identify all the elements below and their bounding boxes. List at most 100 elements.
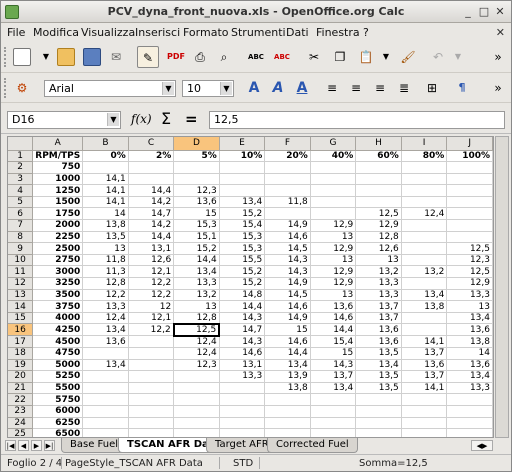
table-cell[interactable]: [310, 417, 357, 430]
table-cell[interactable]: [446, 196, 493, 209]
table-cell[interactable]: 0%: [82, 150, 129, 163]
table-cell[interactable]: 12: [128, 300, 175, 313]
table-cell[interactable]: 12,1: [128, 265, 175, 279]
row-header[interactable]: 12: [8, 277, 34, 290]
table-cell[interactable]: 13,3: [355, 289, 402, 302]
horizontal-scroll-icon[interactable]: ◀▶: [471, 440, 493, 451]
column-header-d[interactable]: D: [173, 137, 220, 151]
table-cell[interactable]: 13,4: [173, 265, 220, 279]
table-cell[interactable]: 13: [355, 254, 402, 267]
table-cell[interactable]: 13,4: [401, 289, 448, 302]
table-cell[interactable]: 12,8: [82, 277, 129, 290]
table-cell[interactable]: [82, 417, 129, 430]
table-cell[interactable]: [446, 219, 493, 232]
column-header-a[interactable]: A: [32, 137, 84, 151]
table-cell[interactable]: 12,9: [310, 265, 357, 279]
row-header[interactable]: 18: [8, 347, 34, 360]
table-cell[interactable]: [128, 335, 175, 348]
new-dropdown-icon[interactable]: ▼: [37, 48, 55, 66]
table-cell[interactable]: [401, 312, 448, 325]
table-cell[interactable]: RPM/TPS: [32, 150, 84, 163]
menu-visualizza[interactable]: Visualizza: [81, 26, 135, 39]
table-cell[interactable]: 14,3: [264, 265, 311, 279]
table-cell[interactable]: 12,5: [172, 322, 221, 337]
table-cell[interactable]: [401, 393, 448, 406]
table-cell[interactable]: 12,5: [446, 242, 493, 255]
table-cell[interactable]: 13,4: [446, 370, 493, 383]
table-cell[interactable]: [401, 242, 448, 255]
table-cell[interactable]: 14,3: [219, 312, 266, 325]
table-cell[interactable]: 12,2: [82, 289, 129, 302]
table-cell[interactable]: 15: [173, 207, 220, 221]
table-cell[interactable]: [355, 173, 402, 186]
table-cell[interactable]: 12,5: [355, 207, 402, 221]
table-cell[interactable]: [310, 428, 357, 437]
save-icon[interactable]: [83, 48, 101, 66]
table-cell[interactable]: 13,7: [355, 300, 402, 313]
column-header-b[interactable]: B: [82, 137, 129, 151]
table-cell[interactable]: [82, 370, 129, 383]
column-header-c[interactable]: C: [128, 137, 175, 151]
table-cell[interactable]: [310, 393, 357, 406]
row-header[interactable]: 11: [8, 265, 34, 279]
table-cell[interactable]: [219, 161, 266, 174]
table-cell[interactable]: [446, 405, 493, 418]
menu-finestra[interactable]: Finestra: [316, 26, 360, 39]
table-cell[interactable]: 14,4: [219, 300, 266, 313]
row-header[interactable]: 21: [8, 382, 34, 395]
last-sheet-icon[interactable]: ▶|: [44, 440, 55, 451]
paste-icon[interactable]: 📋: [357, 48, 375, 66]
table-cell[interactable]: 2750: [32, 254, 84, 267]
menu-strumenti[interactable]: Strumenti: [231, 26, 286, 39]
table-cell[interactable]: [219, 405, 266, 418]
row-header[interactable]: 23: [8, 405, 34, 418]
row-header[interactable]: 17: [8, 335, 34, 348]
table-cell[interactable]: [128, 417, 175, 430]
table-cell[interactable]: 14,4: [128, 231, 175, 244]
table-cell[interactable]: 14: [446, 347, 493, 360]
row-header[interactable]: 5: [8, 196, 34, 209]
table-cell[interactable]: [264, 393, 311, 406]
table-cell[interactable]: 13: [310, 254, 357, 267]
clone-formatting-icon[interactable]: 🖌: [399, 48, 417, 66]
table-cell[interactable]: 13,5: [82, 231, 129, 244]
table-cell[interactable]: 2500: [32, 242, 84, 255]
row-header[interactable]: 25: [8, 428, 34, 437]
table-cell[interactable]: [446, 393, 493, 406]
copy-icon[interactable]: ❐: [331, 48, 349, 66]
table-cell[interactable]: 13,3: [355, 277, 402, 290]
function-icon[interactable]: =: [185, 110, 198, 128]
toolbar-overflow-icon[interactable]: »: [489, 79, 507, 97]
selection-mode[interactable]: STD: [233, 458, 253, 469]
table-cell[interactable]: [264, 161, 311, 174]
table-cell[interactable]: 5500: [32, 382, 84, 395]
table-cell[interactable]: 12,2: [128, 289, 175, 302]
table-cell[interactable]: 14,6: [264, 231, 311, 244]
table-cell[interactable]: 12,5: [446, 265, 493, 279]
table-cell[interactable]: 13,6: [446, 359, 493, 372]
table-cell[interactable]: [264, 428, 311, 437]
table-cell[interactable]: [219, 382, 266, 395]
table-cell[interactable]: 14,7: [219, 323, 266, 337]
undo-dropdown-icon[interactable]: ▼: [449, 48, 467, 66]
first-sheet-icon[interactable]: |◀: [5, 440, 16, 451]
italic-icon[interactable]: A: [269, 79, 287, 97]
table-cell[interactable]: [128, 382, 175, 395]
next-sheet-icon[interactable]: ▶: [31, 440, 42, 451]
table-cell[interactable]: 13,4: [82, 323, 129, 337]
table-cell[interactable]: 13,3: [446, 382, 493, 395]
table-cell[interactable]: [355, 405, 402, 418]
table-cell[interactable]: [128, 359, 175, 372]
table-cell[interactable]: 14,2: [128, 219, 175, 232]
column-header-f[interactable]: F: [264, 137, 311, 151]
autospellcheck-icon[interactable]: ABC: [273, 48, 291, 66]
table-cell[interactable]: 12,9: [446, 277, 493, 290]
table-cell[interactable]: 20%: [264, 150, 311, 163]
table-cell[interactable]: 12,8: [173, 312, 220, 325]
table-cell[interactable]: 6500: [32, 428, 84, 437]
table-cell[interactable]: 1250: [32, 184, 84, 197]
table-cell[interactable]: 13,7: [401, 347, 448, 360]
table-cell[interactable]: [355, 393, 402, 406]
menu-file[interactable]: File: [7, 26, 25, 39]
table-cell[interactable]: 14,6: [310, 312, 357, 325]
